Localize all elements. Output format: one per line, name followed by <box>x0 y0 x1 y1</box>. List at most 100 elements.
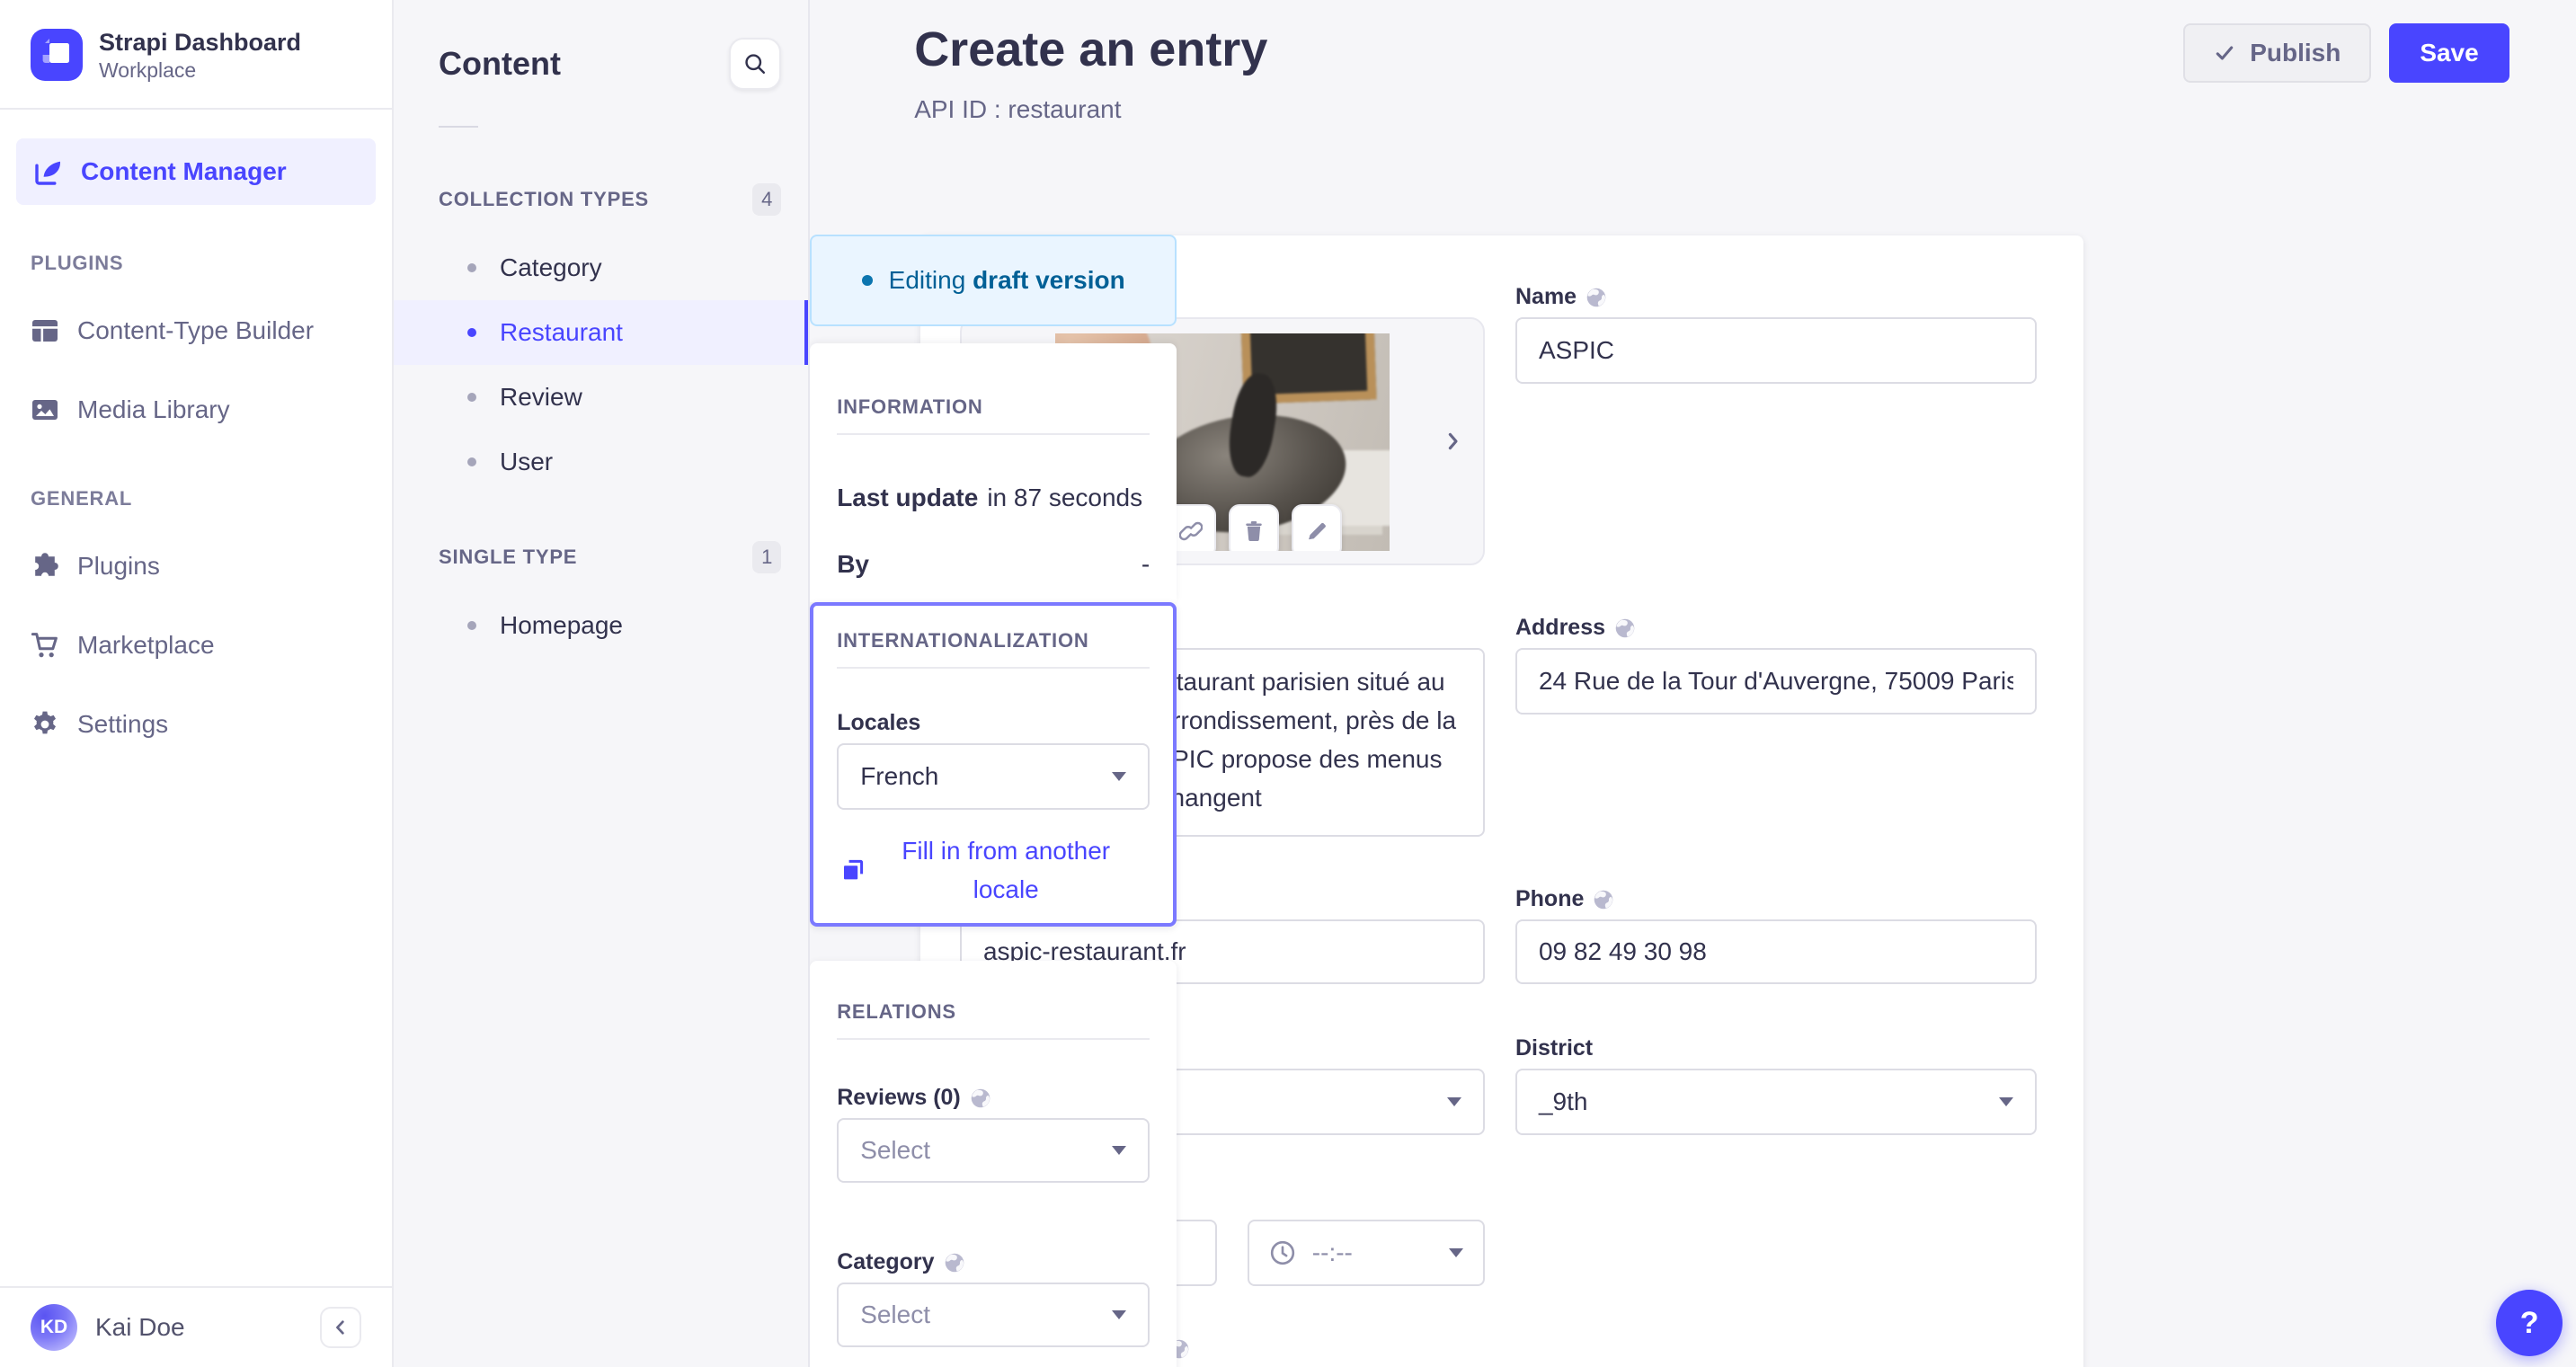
single-type-header: SINGLE TYPE <box>439 546 578 568</box>
category-select[interactable]: Select <box>837 1283 1150 1348</box>
phone-label: Phone <box>1515 886 1585 911</box>
internationalization-section: INTERNATIONALIZATION Locales French Fill… <box>810 602 1177 927</box>
collection-types-header: COLLECTION TYPES <box>439 188 650 210</box>
sidebar-item-content-type-builder[interactable]: Content-Type Builder <box>0 291 392 370</box>
globe-icon <box>1593 889 1614 910</box>
main-content: Create an entry API ID : restaurant Publ… <box>810 0 2576 1367</box>
list-item-label: Review <box>500 383 582 411</box>
sidebar-item-marketplace[interactable]: Marketplace <box>0 606 392 685</box>
sidebar-item-label: Plugins <box>77 552 160 581</box>
divider <box>837 667 1150 669</box>
collapse-sidebar-button[interactable] <box>320 1307 361 1348</box>
phone-input[interactable] <box>1515 919 2037 984</box>
reviews-select[interactable]: Select <box>837 1118 1150 1184</box>
delete-media-button[interactable] <box>1228 504 1279 551</box>
relations-title: RELATIONS <box>837 1000 956 1024</box>
list-item-review[interactable]: Review <box>394 365 808 430</box>
by-label: By <box>837 550 869 578</box>
relations-section: RELATIONS Reviews (0) Select Category Se… <box>810 961 1177 1367</box>
information-title: INFORMATION <box>837 395 983 418</box>
globe-icon <box>1614 617 1636 639</box>
chevron-down-icon <box>1998 1097 2013 1106</box>
sidebar-section-plugins: PLUGINS <box>31 252 124 275</box>
list-item-restaurant[interactable]: Restaurant <box>394 300 809 365</box>
avatar: KD <box>31 1304 77 1351</box>
divider <box>837 1038 1150 1041</box>
image-icon <box>31 395 59 424</box>
copy-icon <box>840 857 866 883</box>
district-select[interactable]: _9th <box>1515 1069 2037 1135</box>
edit-media-button[interactable] <box>1291 504 1342 551</box>
phone-field: Phone <box>1515 886 2037 984</box>
carousel-next-button[interactable] <box>1438 427 1467 456</box>
publish-button[interactable]: Publish <box>2183 23 2372 83</box>
help-button[interactable]: ? <box>2496 1290 2563 1356</box>
address-label: Address <box>1515 615 1606 640</box>
page-title: Create an entry <box>914 22 1268 76</box>
list-item-homepage[interactable]: Homepage <box>394 593 808 658</box>
bullet-dot <box>467 621 476 630</box>
pen-icon <box>32 155 65 188</box>
chevron-down-icon <box>1112 1146 1127 1156</box>
draft-status-banner: Editing draft version <box>810 235 1177 327</box>
reviews-label: Reviews (0) <box>837 1085 961 1111</box>
sidebar-item-settings[interactable]: Settings <box>0 685 392 764</box>
sidebar-item-label: Content-Type Builder <box>77 316 315 345</box>
single-type-count-badge: 1 <box>752 541 782 573</box>
name-label: Name <box>1515 284 1577 309</box>
list-item-category[interactable]: Category <box>394 235 808 300</box>
pencil-icon <box>1305 519 1328 543</box>
gear-icon <box>31 710 59 739</box>
search-button[interactable] <box>729 38 782 90</box>
chevron-down-icon <box>1112 772 1127 781</box>
save-button[interactable]: Save <box>2389 23 2509 83</box>
chevron-left-icon <box>333 1319 349 1336</box>
globe-icon <box>1586 287 1607 308</box>
link-icon <box>1178 519 1203 543</box>
workspace-label: Workplace <box>99 58 197 83</box>
last-update-value: in 87 seconds <box>987 484 1143 511</box>
strapi-admin-app: Strapi Dashboard Workplace Content Manag… <box>0 0 2576 1367</box>
name-field: Name <box>1515 284 2037 384</box>
sidebar-item-label: Content Manager <box>81 157 287 186</box>
address-field: Address <box>1515 615 2037 715</box>
user-name: Kai Doe <box>95 1313 185 1341</box>
by-value: - <box>1141 550 1150 578</box>
sidebar-item-label: Media Library <box>77 395 230 424</box>
sidebar-item-media-library[interactable]: Media Library <box>0 370 392 449</box>
locales-label: Locales <box>837 710 921 735</box>
fill-from-locale-link[interactable]: Fill in from another locale <box>880 831 1132 910</box>
list-item-label: Restaurant <box>500 318 623 346</box>
divider <box>439 126 478 128</box>
internationalization-title: INTERNATIONALIZATION <box>837 629 1089 652</box>
check-icon <box>2214 42 2235 64</box>
list-item-user[interactable]: User <box>394 430 808 494</box>
banner-prefix: Editing <box>888 266 966 295</box>
address-input[interactable] <box>1515 648 2037 715</box>
information-section: INFORMATION Last update in 87 seconds By… <box>810 343 1177 602</box>
layout-icon <box>31 316 59 345</box>
bullet-dot <box>467 457 476 466</box>
clock-icon <box>1269 1239 1296 1266</box>
category-label: Category <box>837 1249 935 1275</box>
chevron-down-icon <box>1446 1097 1461 1106</box>
bullet-dot <box>467 263 476 272</box>
list-item-label: User <box>500 448 554 475</box>
chevron-down-icon <box>1448 1248 1463 1257</box>
banner-bold: draft version <box>973 266 1125 295</box>
sidebar-item-content-manager[interactable]: Content Manager <box>16 138 376 206</box>
publish-label: Publish <box>2250 39 2341 67</box>
api-id-subtitle: API ID : restaurant <box>914 95 1122 123</box>
strapi-logo <box>31 29 83 82</box>
time-input[interactable]: --:-- <box>1247 1220 1485 1286</box>
globe-icon <box>970 1087 991 1109</box>
locales-select[interactable]: French <box>837 743 1150 810</box>
district-label: District <box>1515 1035 1594 1061</box>
district-field: District _9th <box>1515 1035 2037 1135</box>
search-icon <box>742 51 768 76</box>
list-item-label: Homepage <box>500 611 623 639</box>
sidebar-item-plugins[interactable]: Plugins <box>0 527 392 606</box>
puzzle-icon <box>31 552 59 581</box>
workspace-header[interactable]: Strapi Dashboard Workplace <box>0 0 392 111</box>
name-input[interactable] <box>1515 317 2037 384</box>
